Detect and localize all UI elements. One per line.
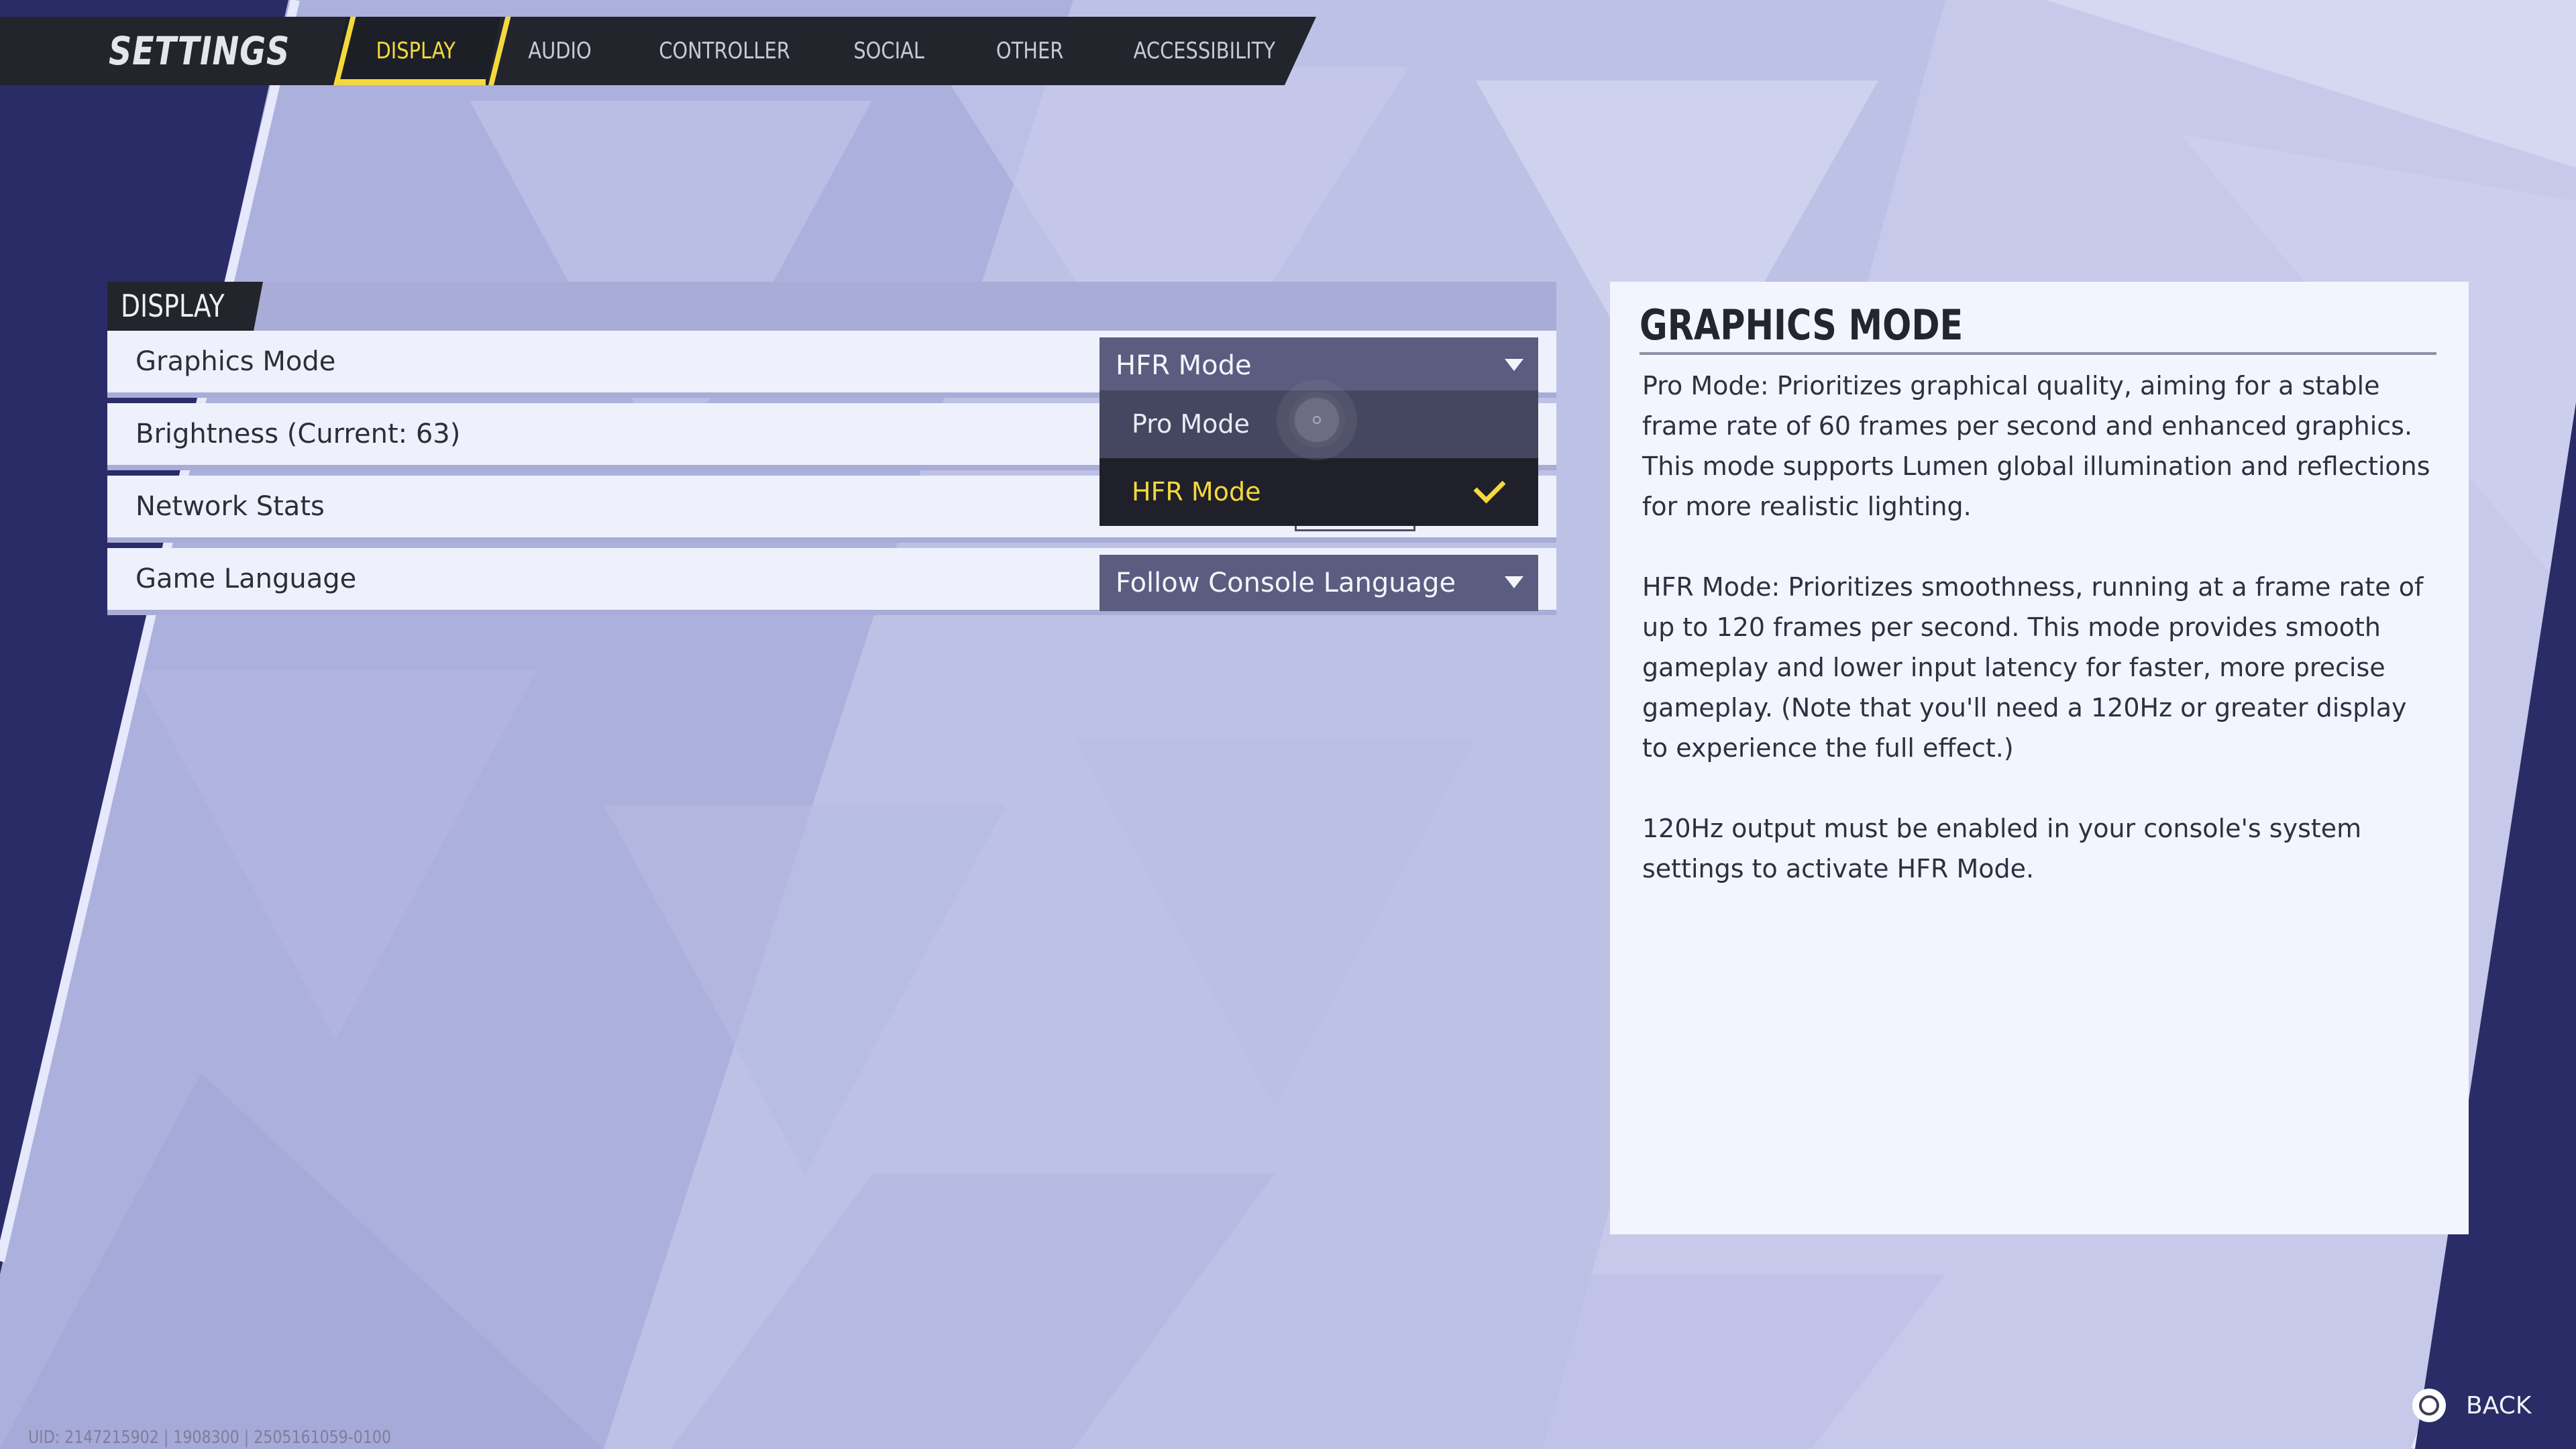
setting-label: Graphics Mode [136,346,336,377]
display-section-header [107,282,1556,331]
setting-label: Brightness (Current: 63) [136,419,461,449]
setting-label: Game Language [136,564,357,594]
tab-accessibility[interactable]: ACCESSIBILITY [1114,17,1295,85]
tab-other[interactable]: OTHER [976,17,1083,85]
description-panel: GRAPHICS MODE Pro Mode: Prioritizes grap… [1610,282,2469,1234]
back-label: BACK [2466,1391,2532,1419]
game-language-dropdown[interactable]: Follow Console Language [1099,555,1538,611]
description-divider [1640,352,2436,355]
cursor-center-dot [1313,416,1321,424]
description-paragraph: Pro Mode: Prioritizes graphical quality,… [1642,371,2430,521]
tab-social[interactable]: SOCIAL [832,17,946,85]
settings-tabs: DISPLAY AUDIO CONTROLLER SOCIAL OTHER AC… [0,17,1316,85]
description-paragraph: 120Hz output must be enabled in your con… [1642,814,2362,883]
chevron-down-icon [1505,576,1523,588]
description-paragraph: HFR Mode: Prioritizes smoothness, runnin… [1642,572,2424,763]
tab-audio[interactable]: AUDIO [510,17,610,85]
circle-button-icon [2412,1389,2446,1422]
chevron-down-icon [1505,359,1523,371]
tab-controller[interactable]: CONTROLLER [641,17,808,85]
dropdown-value: HFR Mode [1116,350,1252,381]
description-body: Pro Mode: Prioritizes graphical quality,… [1642,366,2438,929]
tab-display[interactable]: DISPLAY [349,17,483,85]
display-section-title: DISPLAY [121,288,225,324]
uid-text: UID: 2147215902 | 1908300 | 2505161059-0… [28,1428,392,1448]
checkmark-icon [1473,471,1506,504]
back-button[interactable]: BACK [2412,1386,2531,1425]
dropdown-value: Follow Console Language [1116,568,1456,598]
description-title: GRAPHICS MODE [1640,301,1964,350]
option-hfr-mode[interactable]: HFR Mode [1099,458,1538,526]
setting-label: Network Stats [136,491,325,522]
